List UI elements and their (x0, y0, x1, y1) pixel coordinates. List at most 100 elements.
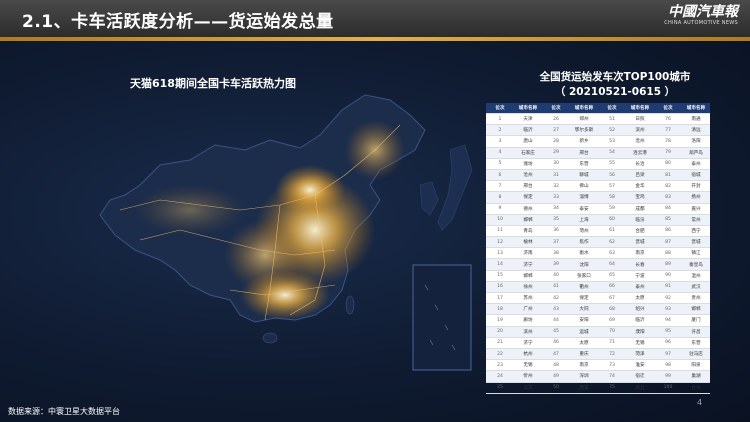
city-cell: 晋城 (682, 236, 710, 249)
city-cell: 忻州 (514, 370, 542, 383)
city-cell: 临沂 (626, 314, 654, 327)
rank-cell: 29 (542, 147, 570, 159)
rank-cell: 88 (654, 247, 682, 260)
city-cell: 泰州 (626, 281, 654, 294)
city-cell: 菏泽 (626, 348, 654, 361)
city-cell: 宿迁 (626, 370, 654, 383)
city-cell: 厦门 (682, 314, 710, 327)
city-cell: 长春 (626, 258, 654, 271)
city-cell: 嘉兴 (682, 203, 710, 215)
city-cell: 常州 (682, 214, 710, 226)
rank-cell: 95 (654, 326, 682, 338)
rank-cell: 59 (598, 203, 626, 215)
table-row: 4 石家庄 29 邢台 54 连云港 79 葫芦岛 (486, 147, 710, 159)
rank-cell: 21 (486, 337, 514, 349)
table-row: 17 苏州 42 保定 67 太原 92 贵州 (486, 292, 710, 305)
rank-cell: 67 (598, 292, 626, 305)
rank-cell: 61 (598, 225, 626, 238)
rank-cell: 81 (654, 169, 682, 182)
table-row: 3 唐山 28 新乡 53 沧州 78 洛阳 (486, 135, 710, 148)
logo-text-cn: 中國汽車報 (668, 4, 738, 20)
rank-cell: 71 (598, 337, 626, 349)
city-cell: 武汉 (682, 281, 710, 294)
rank-cell: 76 (654, 113, 682, 126)
city-cell: 石家庄 (514, 147, 542, 159)
city-cell: 保定 (570, 292, 598, 305)
city-cell: 合肥 (626, 225, 654, 238)
rank-cell: 68 (598, 303, 626, 316)
rank-cell: 39 (542, 258, 570, 271)
city-cell: 商丘 (626, 382, 654, 394)
rank-cell: 8 (486, 191, 514, 204)
korea-peninsula (419, 181, 439, 216)
rank-cell: 32 (542, 180, 570, 193)
table-body: 1 天津 26 郑州 51 日照 76 南通 2 临沂 27 鄂尔多斯 52 滨州 77 清远 3 唐山 28 新乡 5… (486, 113, 710, 394)
city-cell: 衢州 (570, 281, 598, 294)
city-cell: 焦作 (570, 236, 598, 249)
table-row: 24 忻州 49 深圳 74 宿迁 99 巢湖 (486, 370, 710, 383)
city-cell: 沈阳 (570, 258, 598, 271)
table-header-cell: 城市名称 (626, 103, 654, 114)
rank-cell: 3 (486, 135, 514, 148)
rank-cell: 86 (654, 225, 682, 238)
city-cell: 太原 (570, 337, 598, 349)
city-cell: 郑州 (570, 113, 598, 126)
city-cell: 临汾 (626, 214, 654, 226)
city-cell: 驻马店 (682, 348, 710, 361)
rank-cell: 23 (486, 359, 514, 372)
rank-cell: 9 (486, 203, 514, 215)
city-cell: 德州 (514, 203, 542, 215)
city-cell: 清远 (682, 124, 710, 137)
rank-cell: 30 (542, 158, 570, 170)
city-cell: 温州 (682, 270, 710, 282)
city-cell: 运城 (570, 326, 598, 338)
rank-cell: 91 (654, 281, 682, 294)
city-cell: 深圳 (570, 370, 598, 383)
city-cell: 聊城 (570, 169, 598, 182)
rank-cell: 63 (598, 247, 626, 260)
rank-cell: 1 (486, 113, 514, 126)
rank-cell: 18 (486, 303, 514, 316)
city-cell: 太原 (626, 292, 654, 305)
city-cell: 沧州 (626, 135, 654, 148)
heat-west (135, 185, 245, 235)
city-cell: 邯郸 (514, 214, 542, 226)
rank-cell: 11 (486, 225, 514, 238)
city-cell: 阳泉 (682, 359, 710, 372)
table-row: 5 潍坊 30 东营 55 长治 80 泰州 (486, 158, 710, 170)
data-source: 数据来源：中寰卫星大数据平台 (8, 407, 120, 416)
rank-cell: 14 (486, 258, 514, 271)
rank-cell: 34 (542, 203, 570, 215)
table-row: 11 青岛 36 菏州 61 合肥 86 西宁 (486, 225, 710, 238)
city-cell: 青岛 (514, 225, 542, 238)
table-row: 16 徐州 41 衢州 66 泰州 91 武汉 (486, 281, 710, 294)
rank-cell: 57 (598, 180, 626, 193)
city-cell: 榆林 (514, 236, 542, 249)
rank-cell: 26 (542, 113, 570, 126)
city-cell: 泰州 (682, 158, 710, 170)
city-cell: 东营 (682, 337, 710, 349)
city-cell: 东营 (570, 158, 598, 170)
hainan (262, 332, 278, 344)
rank-cell: 25 (486, 382, 514, 394)
rank-cell: 40 (542, 270, 570, 282)
rank-cell: 84 (654, 203, 682, 215)
rank-cell: 99 (654, 370, 682, 383)
rank-cell: 50 (542, 382, 570, 394)
title-bar: 2.1、卡车活跃度分析——货运始发总量 中國汽車報 CHINA AUTOMOTI… (0, 0, 750, 37)
rank-cell: 96 (654, 337, 682, 349)
table-row: 18 广州 43 大同 68 绍兴 93 邯郸 (486, 303, 710, 316)
rank-cell: 94 (654, 314, 682, 327)
city-cell: 邯郸 (682, 303, 710, 316)
rank-cell: 27 (542, 124, 570, 137)
rank-cell: 82 (654, 180, 682, 193)
rank-cell: 42 (542, 292, 570, 305)
brand-logo: 中國汽車報 CHINA AUTOMOTIVE NEWS (648, 4, 738, 32)
city-cell: 济宁 (514, 258, 542, 271)
city-cell: 淄博 (570, 191, 598, 204)
table-row: 9 德州 34 泰安 59 成都 84 嘉兴 (486, 203, 710, 215)
city-cell: 邯郸 (514, 270, 542, 282)
rank-cell: 85 (654, 214, 682, 226)
rank-cell: 20 (486, 326, 514, 338)
city-cell: 秦皇岛 (682, 258, 710, 271)
